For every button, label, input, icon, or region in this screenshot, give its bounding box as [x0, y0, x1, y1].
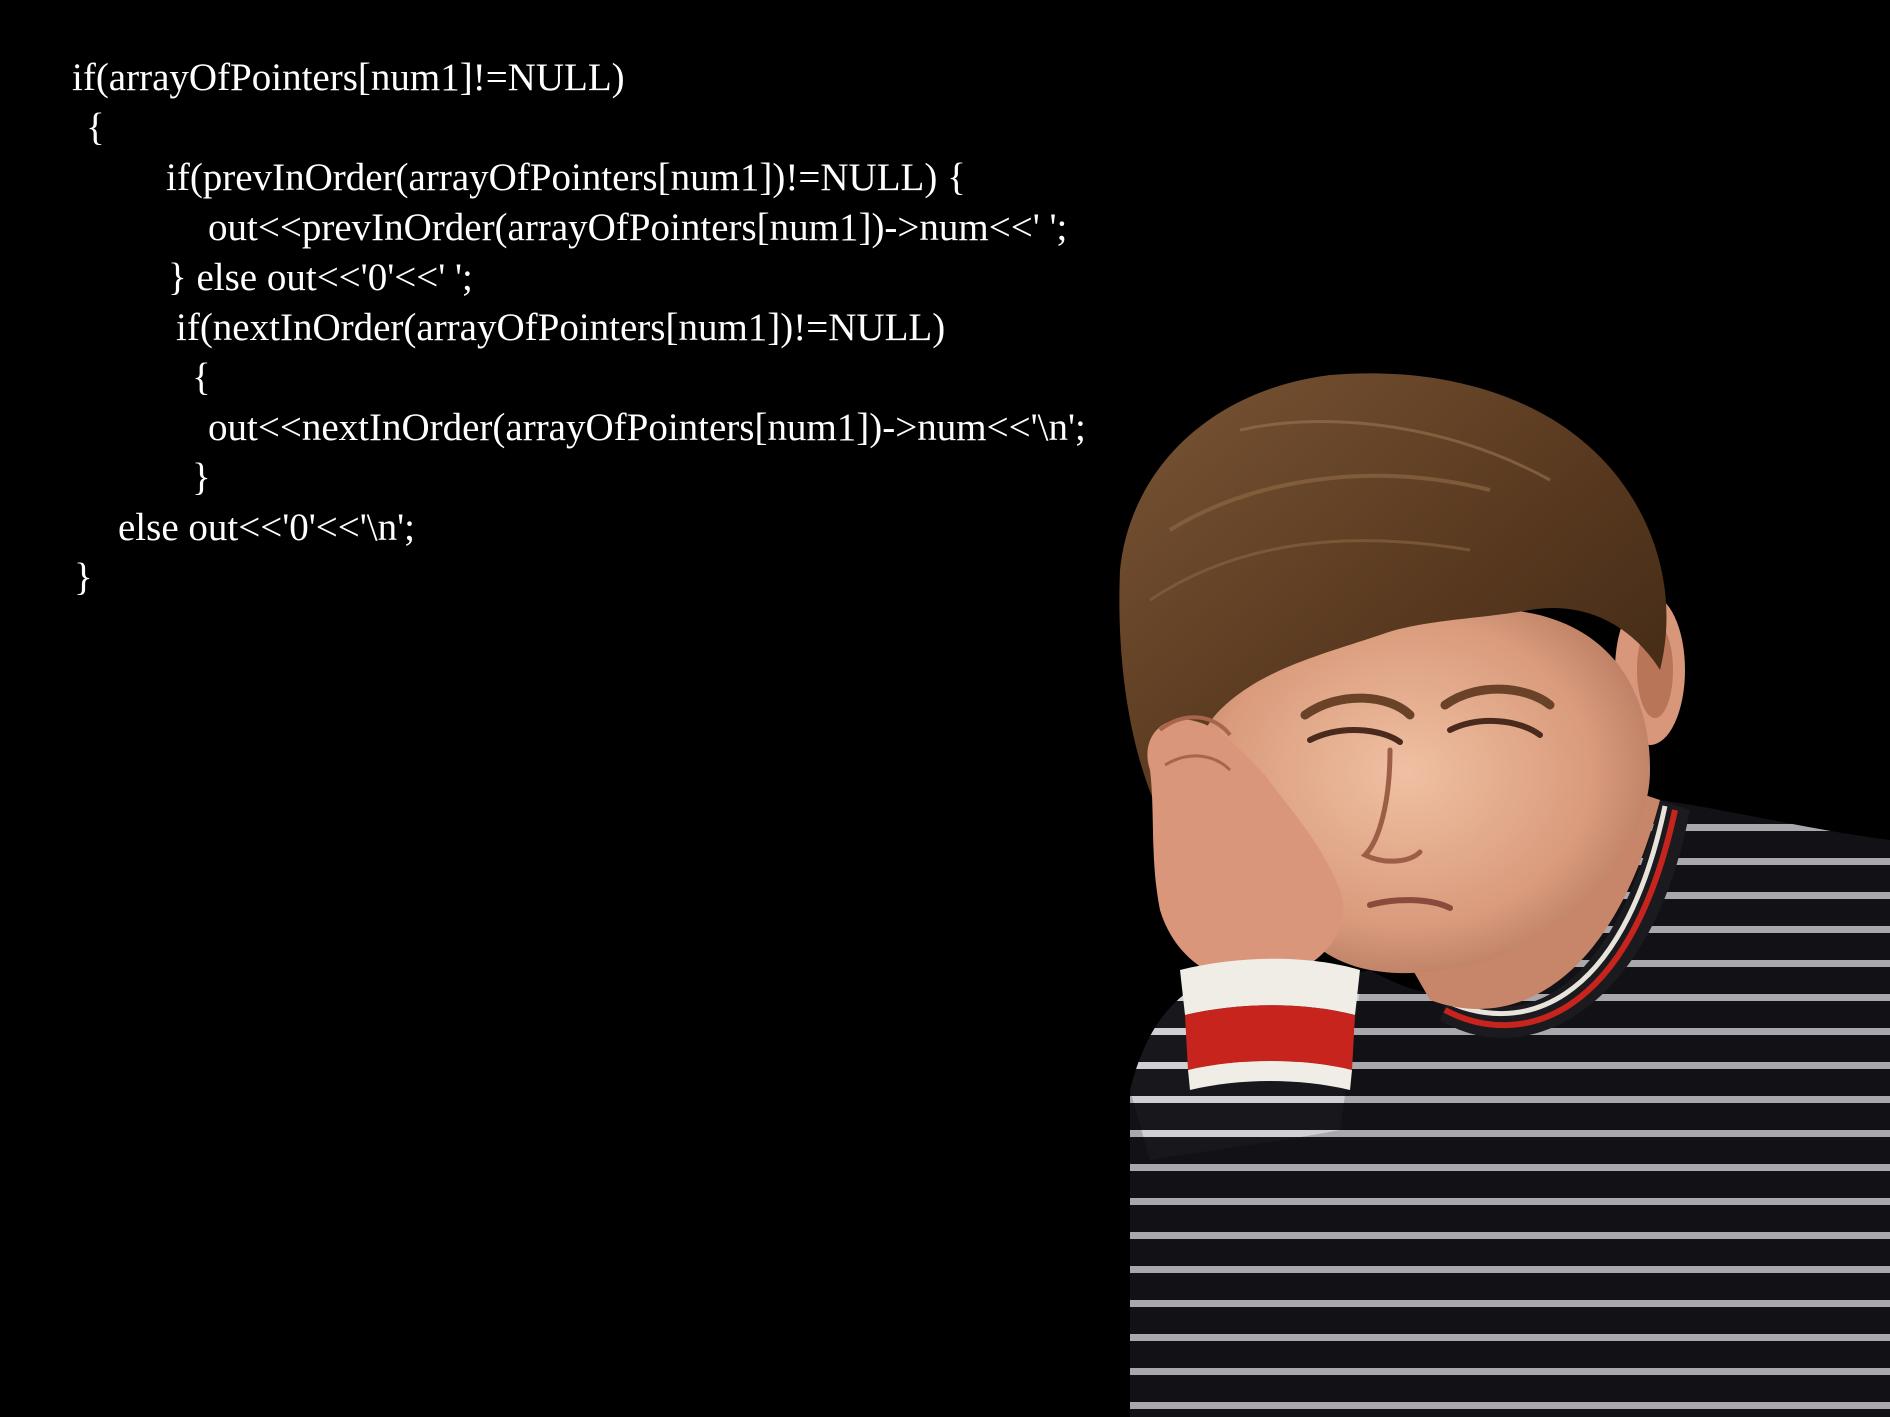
- sleeve-cuff: [1180, 958, 1360, 1090]
- code-line: {: [192, 356, 211, 399]
- code-line: else out<<'0'<<'\n';: [118, 506, 415, 549]
- code-line: if(prevInOrder(arrayOfPointers[num1])!=N…: [166, 156, 966, 199]
- canvas: if(arrayOfPointers[num1]!=NULL) { if(pre…: [0, 0, 1890, 1417]
- code-line: } else out<<'0'<<' ';: [168, 256, 473, 299]
- code-line: out<<prevInOrder(arrayOfPointers[num1])-…: [208, 206, 1068, 249]
- code-line: if(nextInOrder(arrayOfPointers[num1])!=N…: [176, 306, 946, 349]
- code-line: if(arrayOfPointers[num1]!=NULL): [72, 56, 625, 99]
- code-line: {: [86, 106, 105, 149]
- person-photo: [1119, 373, 1890, 1417]
- code-line: out<<nextInOrder(arrayOfPointers[num1])-…: [208, 406, 1086, 449]
- code-snippet: if(arrayOfPointers[num1]!=NULL) { if(pre…: [0, 0, 1200, 640]
- code-line: }: [74, 556, 93, 599]
- code-line: }: [192, 456, 211, 499]
